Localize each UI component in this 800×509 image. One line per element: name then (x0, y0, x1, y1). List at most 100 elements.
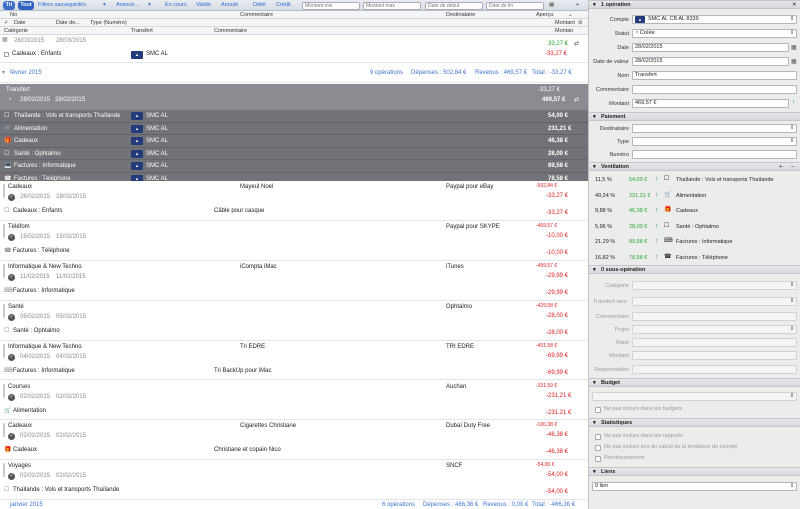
value-date: 04/02/2015 (56, 353, 87, 360)
type-select[interactable]: ⇕ (632, 137, 797, 146)
comment-input[interactable] (632, 85, 797, 94)
value-date-input[interactable]: 28/02/2015 (632, 57, 789, 66)
exclude-budget-checkbox[interactable] (595, 407, 601, 413)
arrow-up-icon[interactable]: ↑ (792, 99, 796, 106)
amount-max-input[interactable]: Montant max (363, 1, 421, 10)
table-row[interactable]: Téléfom ✓ 15/02/2015 15/02/2015 Paypal pour … (0, 220, 588, 261)
col-no[interactable]: No (10, 11, 17, 19)
pin-icon[interactable]: ⌖ (576, 1, 579, 10)
table-row[interactable]: Cadeaux ✓ 26/02/2015 28/02/2015 Mayeul Noel P… (0, 181, 588, 221)
col-apercu[interactable]: Aperçu (536, 11, 553, 19)
col-commentaire[interactable]: Commentaire (240, 11, 273, 19)
date-end-input[interactable]: Date de fin (486, 1, 544, 10)
date-input[interactable]: 28/02/2015 (632, 43, 789, 52)
payee: iTunes (446, 263, 464, 270)
filter-validated-button[interactable]: Validé (196, 1, 211, 10)
transfer-to-select[interactable]: ⇕ (632, 297, 797, 306)
table-row[interactable]: Informatique & New Techno ✓ 04/02/2015 04/0… (0, 340, 588, 381)
calendar-icon[interactable]: ▦ (791, 58, 797, 65)
value-date: 05/02/2015 (56, 313, 87, 320)
responsible-input[interactable] (632, 365, 797, 374)
section-header-budget[interactable]: ▾ Budget (589, 378, 800, 387)
exclude-trend-checkbox[interactable] (595, 445, 601, 451)
refund-checkbox[interactable] (595, 456, 601, 462)
exclude-reports-checkbox[interactable] (595, 434, 601, 440)
category-select[interactable]: ⇕ (632, 281, 797, 290)
number-input[interactable] (632, 150, 797, 159)
col-destinataire[interactable]: Destinataire (446, 11, 475, 19)
table-row[interactable]: Cadeaux ✓ 02/02/2015 02/02/2015 Cigarettes C… (0, 420, 588, 461)
table-row[interactable]: ▦ 28/03/2015 28/03/2015 33,27 € ⇄ Cadeau… (0, 35, 588, 63)
chevron-down-icon[interactable]: ▾ (148, 1, 152, 10)
col-transfert[interactable]: Transfert (131, 27, 153, 35)
split-row[interactable]: 49,24 % 231,21 € ↑ 🛒 Alimentation (589, 189, 800, 204)
split-row[interactable]: ☐ Thaïlande : Vols et transports Thaïland… (0, 110, 588, 123)
col-date[interactable]: Date (14, 19, 26, 27)
table-row[interactable]: Courses ✓ 02/02/2015 02/02/2015 Auchan -331,5… (0, 380, 588, 421)
remove-icon[interactable]: − (791, 163, 794, 171)
filter-credit-button[interactable]: Crédit (276, 1, 291, 10)
split-percent: 11,5 % (595, 177, 612, 183)
amount-input[interactable]: 469,57 € (632, 99, 789, 108)
section-header-operation[interactable]: ▾ 1 opération ✕ (589, 0, 800, 9)
balance-preview: -502,84 € (536, 183, 558, 189)
calendar-icon[interactable]: ▦ (549, 1, 554, 10)
category-checkbox[interactable] (4, 52, 9, 57)
saved-filters-button[interactable]: Filtres sauvegardés (38, 1, 86, 10)
filter-pending-button[interactable]: En cours (165, 1, 187, 10)
amount-min-input[interactable]: Montant min (302, 1, 360, 10)
col-type[interactable]: Type (Numéro) (90, 19, 127, 27)
table-row[interactable]: Informatique & New Techno ✓ 11/02/2015 11/0… (0, 260, 588, 301)
amount-input[interactable] (632, 351, 797, 360)
split-row[interactable]: 🎁 Cadeaux ▲ SMC AL 46,38 € (0, 135, 588, 148)
table-row[interactable]: Santé ✓ 05/02/2015 05/02/2015 Ophtalmo -429,5… (0, 300, 588, 341)
add-icon[interactable]: +· (779, 163, 784, 171)
col-categorie[interactable]: Catégorie (4, 27, 28, 35)
split-row[interactable]: 9,88 % 46,38 € ↑ 🎁 Cadeaux (589, 204, 800, 219)
calendar-icon[interactable]: ▦ (791, 44, 797, 51)
month-group-header[interactable]: janvier 2015 6 opérations Dépenses : 466… (0, 500, 588, 509)
filter-debit-button[interactable]: Débit (253, 1, 266, 10)
table-row[interactable]: Voyages ✓ 02/02/2015 02/02/2015 SNCF -54,00 €… (0, 460, 588, 501)
selected-transfer-row[interactable]: Transfert -33,27 € ◔ 28/02/2015 28/02/20… (0, 84, 588, 110)
advanced-button[interactable]: Avancé... (116, 1, 139, 10)
section-header-split[interactable]: ▾ Ventilation +· − (589, 162, 800, 171)
section-header-links[interactable]: ▾ Liens (589, 467, 800, 476)
split-row[interactable]: 16,82 % 78,58 € ↑ ☎ Factures : Téléphone (589, 251, 800, 266)
section-header-suboperation[interactable]: ▾ 0 sous-opération (589, 265, 800, 274)
payee-input[interactable]: ⇕ (632, 124, 797, 133)
col-montant[interactable]: Montant (555, 19, 575, 27)
status-icon: ✓ (8, 313, 15, 321)
split-row[interactable]: 💻 Factures : Informatique ▲ SMC AL 89,58 € (0, 160, 588, 173)
col-commentaire-2[interactable]: Commentaire (214, 27, 247, 35)
filter-all-button[interactable]: Tout (18, 1, 34, 10)
name-input[interactable]: Transfert (632, 71, 797, 80)
chevron-down-icon[interactable]: ▾ (103, 1, 107, 10)
filter-cancelled-button[interactable]: Annulé (221, 1, 238, 10)
close-icon[interactable]: ✕ (792, 1, 797, 9)
project-select[interactable]: ⇕ (632, 325, 797, 334)
split-row[interactable]: 🛒 Alimentation ▲ SMC AL 231,21 € (0, 122, 588, 135)
chevron-down-icon: ▾ (593, 420, 596, 426)
split-row[interactable]: 5,96 % 28,00 € ↑ ☐ Santé : Ophtalmo (589, 220, 800, 235)
sort-button[interactable]: Tri (3, 1, 15, 10)
status-select[interactable]: ◔ Créée ⇕ (632, 29, 797, 38)
section-header-stats[interactable]: ▾ Statistiques (589, 418, 800, 427)
balance-preview: -54,00 € (536, 462, 555, 469)
chevron-down-icon[interactable]: ⌄ (568, 11, 573, 19)
split-row[interactable]: 21,29 % 89,58 € ↑ ⌨ Factures : Informatique (589, 235, 800, 250)
account-select[interactable]: ▲ SMC AL CB AL 8339 ⇕ (632, 15, 797, 24)
ratio-input[interactable] (632, 338, 797, 347)
budget-select[interactable]: ⇕ (592, 392, 797, 401)
split-row[interactable]: 11,5 % 54,00 € ↑ ☐ Thaïlande : Vols et trans… (589, 173, 800, 188)
col-montant-2[interactable]: Montan (555, 27, 573, 35)
section-header-payment[interactable]: ▾ Paiement (589, 112, 800, 121)
comment-input[interactable] (632, 312, 797, 321)
date-start-input[interactable]: Date de début (425, 1, 483, 10)
split-row[interactable]: ☐ Santé : Ophtalmo ▲ SMC AL 28,00 € (0, 147, 588, 160)
links-select[interactable]: 0 lien ⇕ (592, 482, 797, 491)
month-group-header[interactable]: ▾ février 2015 9 opérations Dépenses : 5… (0, 63, 588, 83)
col-date-valeur[interactable]: Date de... (56, 19, 80, 27)
split-label: Santé : Ophtalmo (676, 223, 719, 230)
chevron-down-icon[interactable]: ▾ (2, 70, 5, 77)
